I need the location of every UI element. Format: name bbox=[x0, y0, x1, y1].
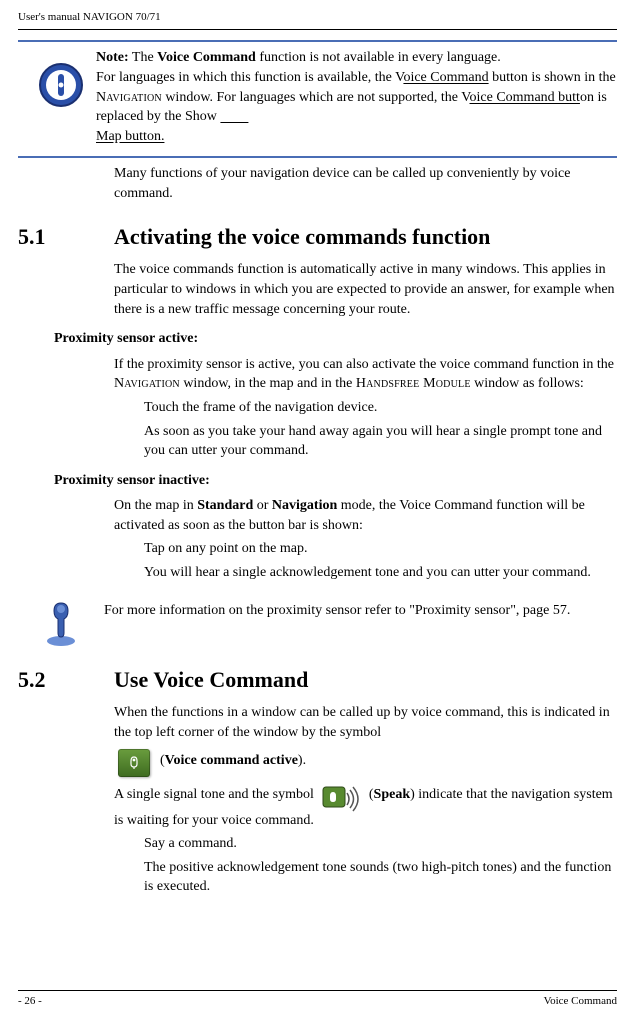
section-5-2-p2: A single signal tone and the symbol (Spe… bbox=[114, 779, 617, 831]
section-5-2-header: 5.2 Use Voice Command bbox=[18, 665, 617, 696]
section-number: 5.2 bbox=[18, 665, 64, 696]
manual-header: User's manual NAVIGON 70/71 bbox=[18, 10, 617, 25]
note-block: Note: The Voice Command function is not … bbox=[18, 48, 617, 146]
info-block: For more information on the proximity se… bbox=[38, 595, 617, 647]
section-number: 5.1 bbox=[18, 222, 64, 253]
note-text-b: function is not available in every langu… bbox=[256, 50, 501, 65]
voice-active-label-bold: Voice command active bbox=[165, 753, 298, 768]
speak-icon bbox=[321, 783, 361, 815]
sub-heading-active: Proximity sensor active: bbox=[54, 329, 617, 349]
info-icon bbox=[38, 595, 84, 647]
note-l2b: button is shown in the bbox=[489, 70, 616, 85]
page-number: - 26 - bbox=[18, 994, 42, 1009]
section-5-1-para1: The voice commands function is automatic… bbox=[114, 260, 617, 319]
note-l2-sc: Navigation bbox=[96, 90, 162, 105]
voice-command-active-icon bbox=[118, 749, 150, 777]
section-title: Activating the voice commands function bbox=[114, 222, 490, 253]
sub1-p1-a: If the proximity sensor is active, you c… bbox=[114, 357, 614, 372]
p2a: A single signal tone and the symbol bbox=[114, 787, 317, 802]
note-label: Note: bbox=[96, 50, 129, 65]
sub1-p1-b: window, in the map and in the bbox=[180, 376, 356, 391]
section-title: Use Voice Command bbox=[114, 665, 308, 696]
sub1-sc2: Handsfree Module bbox=[356, 376, 471, 391]
chapter-name: Voice Command bbox=[544, 994, 617, 1009]
footer-rule bbox=[18, 990, 617, 991]
section-5-1-header: 5.1 Activating the voice commands functi… bbox=[18, 222, 617, 253]
page-footer: - 26 - Voice Command bbox=[18, 990, 617, 1009]
note-top-rule bbox=[18, 40, 617, 42]
note-l2a: For languages in which this function is … bbox=[96, 70, 403, 85]
sub2-p1-a: On the map in bbox=[114, 498, 197, 513]
note-l2c: window. For languages which are not supp… bbox=[162, 90, 470, 105]
sub2-step1: Tap on any point on the map. bbox=[144, 539, 617, 559]
note-l2-u3: Map button. bbox=[96, 129, 164, 144]
intro-para: Many functions of your navigation device… bbox=[114, 164, 617, 203]
sub1-step2: As soon as you take your hand away again… bbox=[144, 422, 617, 461]
note-l2-u2: oice Command butt bbox=[470, 90, 580, 105]
speak-label: Speak bbox=[374, 787, 411, 802]
note-text-a: The bbox=[129, 50, 158, 65]
sub1-p1: If the proximity sensor is active, you c… bbox=[114, 355, 617, 394]
note-text: Note: The Voice Command function is not … bbox=[96, 48, 617, 146]
sub1-p1-c: window as follows: bbox=[471, 376, 584, 391]
s52-step1: Say a command. bbox=[144, 834, 617, 854]
section-5-2-p1: When the functions in a window can be ca… bbox=[114, 703, 617, 742]
voice-active-line: (Voice command active). bbox=[114, 747, 617, 775]
sub2-step2: You will hear a single acknowledgement t… bbox=[144, 563, 617, 583]
sub2-p1: On the map in Standard or Navigation mod… bbox=[114, 496, 617, 535]
sub1-step1: Touch the frame of the navigation device… bbox=[144, 398, 617, 418]
sub1-sc1: Navigation bbox=[114, 376, 180, 391]
sub2-bold1: Standard bbox=[197, 498, 253, 513]
info-text: For more information on the proximity se… bbox=[104, 595, 617, 621]
note-icon bbox=[38, 62, 84, 108]
sub2-bold2: Navigation bbox=[272, 498, 337, 513]
note-text-bold: Voice Command bbox=[157, 50, 256, 65]
voice-active-label: (Voice command active). bbox=[160, 751, 306, 771]
note-bottom-rule bbox=[18, 156, 617, 158]
note-l2-spaces bbox=[220, 109, 248, 124]
sub-heading-inactive: Proximity sensor inactive: bbox=[54, 471, 617, 491]
header-rule bbox=[18, 29, 617, 30]
note-l2-u1: oice Command bbox=[403, 70, 488, 85]
s52-step2: The positive acknowledgement tone sounds… bbox=[144, 858, 617, 897]
sub2-p1-b: or bbox=[253, 498, 272, 513]
